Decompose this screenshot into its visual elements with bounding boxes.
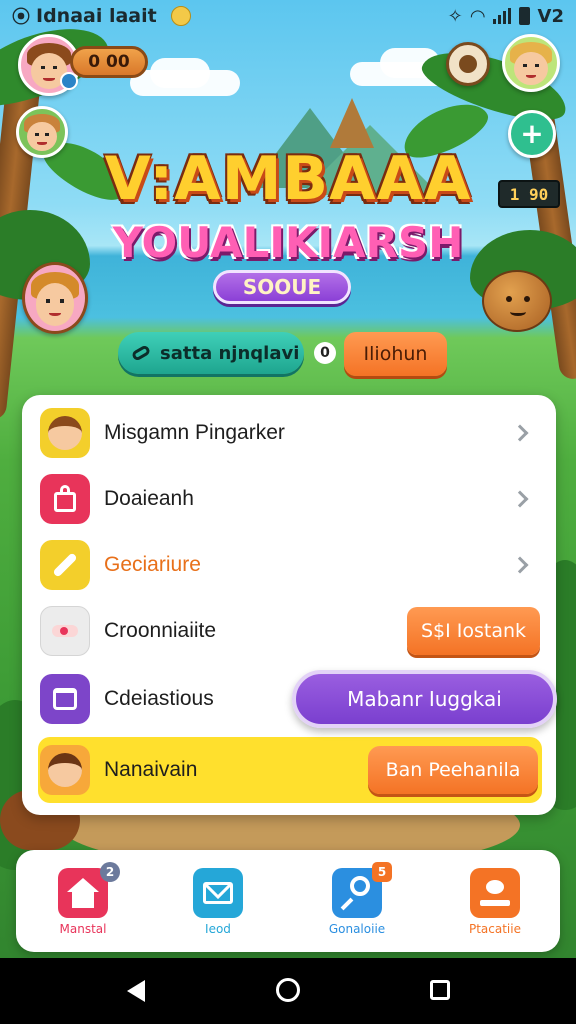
link-icon xyxy=(130,344,152,362)
menu-item-profile[interactable]: Misgamn Pingarker xyxy=(22,400,556,466)
menu-item-friend[interactable]: Nanaivain Ban Peehanila xyxy=(22,737,556,803)
opponent-avatar[interactable] xyxy=(502,34,560,92)
nav-item-search[interactable]: 5 Gonaloiie xyxy=(312,862,402,948)
status-bar: ⦿ Idnaai laait ✧ ◠ V2 xyxy=(0,0,576,32)
settings-button[interactable] xyxy=(446,42,490,86)
bottom-navigation: 2 Manstal Ieod 5 Gonaloiie Ptacatiie xyxy=(16,850,560,952)
menu-item-label: Nanaivain xyxy=(104,758,198,781)
signal-icon xyxy=(492,8,511,24)
menu-item-shop[interactable]: Doaieanh xyxy=(22,466,556,532)
nav-item-profile[interactable]: Ptacatiie xyxy=(450,868,540,948)
menu-item-rewards[interactable]: Cdeiastious Mabanr Iuggkai xyxy=(22,666,557,732)
chevron-right-icon xyxy=(511,490,529,508)
system-navigation-bar xyxy=(0,958,576,1024)
gift-icon xyxy=(40,674,90,724)
toggle-icon xyxy=(40,606,90,656)
title-badge-text: SOOUE xyxy=(242,275,322,299)
wrench-icon xyxy=(40,540,90,590)
alarm-icon: ✧ xyxy=(447,5,463,27)
nav-label: Gonaloiie xyxy=(328,922,386,936)
nav-item-mail[interactable]: Ieod xyxy=(173,868,263,948)
nav-badge: 2 xyxy=(100,862,120,882)
status-right-text: V2 xyxy=(537,5,564,27)
nav-badge: 5 xyxy=(372,862,392,882)
primary-action-label: satta njnqlavi xyxy=(160,342,300,364)
avatar-icon xyxy=(40,745,90,795)
mail-icon xyxy=(193,868,243,918)
chevron-right-icon xyxy=(511,556,529,574)
secondary-action-label: Iliohun xyxy=(363,343,428,365)
primary-action-button[interactable]: satta njnqlavi xyxy=(118,332,304,374)
secondary-action-button[interactable]: Iliohun xyxy=(344,332,447,376)
game-subtitle: YOUALIKIARSH xyxy=(112,218,464,267)
menu-item-label: Croonniaiite xyxy=(104,619,217,642)
menu-item-settings[interactable]: Croonniaiite S$I Iostank xyxy=(22,598,556,664)
menu-item-label: Misgamn Pingarker xyxy=(104,421,285,444)
notification-icon: ⦿ xyxy=(12,7,30,28)
emoji-status-icon xyxy=(170,6,191,26)
avatar-icon xyxy=(40,408,90,458)
profile-icon xyxy=(470,868,520,918)
info-indicator-text: 0 xyxy=(320,345,330,361)
game-title: V:AMBAAA xyxy=(104,144,472,214)
row-action-button[interactable]: Ban Peehanila xyxy=(368,746,538,794)
menu-card: Misgamn Pingarker Doaieanh Geciariure Cr… xyxy=(22,395,557,815)
row-action-label: S$I Iostank xyxy=(420,620,527,642)
battery-icon xyxy=(518,7,530,25)
title-badge: SOOUE xyxy=(213,270,351,304)
back-icon[interactable] xyxy=(127,980,145,1002)
character-portrait xyxy=(22,262,88,334)
nav-label: Ptacatiie xyxy=(468,922,521,936)
recent-apps-icon[interactable] xyxy=(430,980,450,1000)
bag-icon xyxy=(40,474,90,524)
nav-item-home[interactable]: 2 Manstal xyxy=(38,862,128,948)
nav-label: Manstal xyxy=(59,922,107,936)
row-action-button[interactable]: S$I Iostank xyxy=(407,607,540,655)
row-action-label: Ban Peehanila xyxy=(385,759,521,781)
chevron-right-icon xyxy=(511,424,529,442)
coin-counter[interactable]: 0 00 xyxy=(70,46,148,78)
row-action-button[interactable]: Mabanr Iuggkai xyxy=(292,670,557,728)
nav-badge-text: 2 xyxy=(105,865,115,879)
status-left-text: Idnaai laait xyxy=(36,5,157,27)
home-circle-icon[interactable] xyxy=(276,978,300,1002)
menu-item-label: Geciariure xyxy=(104,553,201,576)
menu-item-label: Doaieanh xyxy=(104,487,194,510)
nav-label: Ieod xyxy=(205,922,231,936)
menu-item-tools[interactable]: Geciariure xyxy=(22,532,556,598)
gear-icon xyxy=(459,55,477,73)
menu-item-label: Cdeiastious xyxy=(104,687,214,710)
coconut-mascot xyxy=(482,270,552,332)
nav-badge-text: 5 xyxy=(377,865,387,879)
row-action-label: Mabanr Iuggkai xyxy=(347,687,502,711)
coin-value: 0 00 xyxy=(88,52,130,72)
info-indicator[interactable]: 0 xyxy=(314,342,336,364)
wifi-icon: ◠ xyxy=(470,5,485,27)
